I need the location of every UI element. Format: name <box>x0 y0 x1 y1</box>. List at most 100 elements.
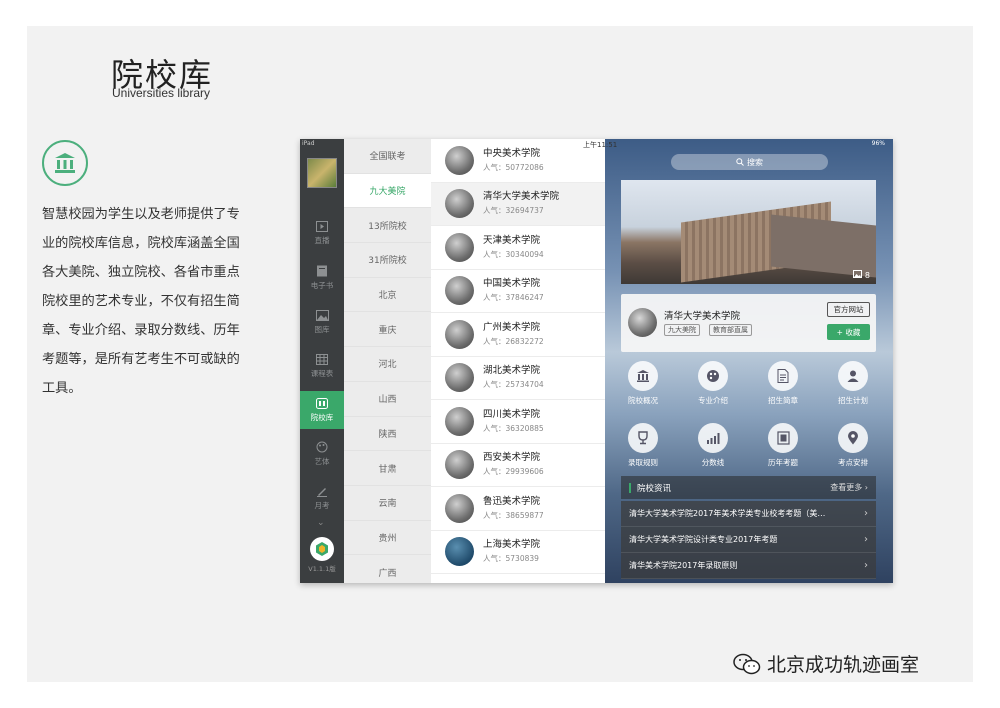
wechat-icon <box>733 653 761 674</box>
school-logo <box>445 493 474 523</box>
region-item-selected[interactable]: 九大美院 <box>344 173 431 209</box>
region-item[interactable]: 31所院校 <box>344 243 431 278</box>
func-label: 历年考题 <box>768 458 798 467</box>
region-item[interactable]: 北京 <box>344 278 431 313</box>
school-name: 广州美术学院 <box>483 321 541 333</box>
region-item[interactable]: 河北 <box>344 347 431 382</box>
trophy-icon <box>628 423 658 453</box>
news-item[interactable]: 清华大学美术学院设计类专业2017年考题 › <box>621 527 876 553</box>
exam-icon <box>768 423 798 453</box>
bar-chart-icon <box>698 423 728 453</box>
school-popularity: 人气：32694737 <box>483 206 544 216</box>
school-row[interactable]: 四川美术学院 人气：36320885 <box>431 400 605 444</box>
version-label: V1.1.1版 <box>308 565 336 573</box>
search-label: 搜索 <box>747 157 763 167</box>
school-name: 湖北美术学院 <box>483 365 541 377</box>
func-label: 分数线 <box>701 458 725 467</box>
region-item[interactable]: 13所院校 <box>344 208 431 244</box>
rail-item-schedule[interactable]: 课程表 <box>300 347 344 385</box>
school-row[interactable]: 中国美术学院 人气：37846247 <box>431 270 605 313</box>
school-popularity: 人气：38659877 <box>483 510 544 520</box>
region-item[interactable]: 甘肃 <box>344 451 431 486</box>
watermark-text: 北京成功轨迹画室 <box>767 654 920 676</box>
region-item[interactable]: 山西 <box>344 382 431 417</box>
rail-label: 直播 <box>314 235 330 245</box>
palette-icon <box>316 441 328 453</box>
chevron-right-icon: › <box>864 508 868 519</box>
func-past-exams[interactable]: 历年考题 <box>753 423 813 468</box>
rail-label: 图库 <box>314 324 330 334</box>
rail-label: 艺体 <box>314 457 330 466</box>
region-item[interactable]: 广西 <box>344 555 431 583</box>
left-rail: iPad 直播 电子书 图库 课程表 院校库 艺体 月考 ⌄ V1.1.1版 <box>300 139 344 583</box>
region-item[interactable]: 贵州 <box>344 521 431 556</box>
pen-icon <box>317 488 327 497</box>
rail-label: 院校库 <box>310 412 334 422</box>
rail-item-monthly-exam[interactable]: 月考 <box>300 479 344 517</box>
school-popularity: 人气：25734704 <box>483 380 544 390</box>
rail-item-live[interactable]: 直播 <box>300 214 344 252</box>
news-text: 清华美术学院2017年录取原则 <box>629 561 738 570</box>
region-item[interactable]: 重庆 <box>344 312 431 348</box>
func-brochure[interactable]: 招生简章 <box>753 361 813 406</box>
campus-photo[interactable]: 8 <box>621 180 876 284</box>
watermark: 北京成功轨迹画室 <box>733 650 919 677</box>
chevron-right-icon: › <box>864 534 868 545</box>
school-name: 天津美术学院 <box>483 234 541 246</box>
news-item[interactable]: 清华美术学院2017年录取原则 › <box>621 553 876 579</box>
official-site-button[interactable]: 官方网站 <box>827 302 870 317</box>
news-more-label: 查看更多 <box>830 483 863 492</box>
func-label: 招生计划 <box>838 396 868 405</box>
region-list: 全国联考 九大美院 13所院校 31所院校 北京 重庆 河北 山西 陕西 甘肃 … <box>344 139 431 583</box>
avatar[interactable] <box>307 158 337 188</box>
news-more-link[interactable]: 查看更多 › <box>830 482 868 493</box>
school-name: 鲁迅美术学院 <box>483 495 541 507</box>
school-row[interactable]: 广州美术学院 人气：26832272 <box>431 313 605 357</box>
photo-count: 8 <box>853 270 870 280</box>
func-exam-sites[interactable]: 考点安排 <box>823 423 883 468</box>
school-logo <box>445 189 474 219</box>
func-label: 专业介绍 <box>698 396 728 405</box>
school-list: 中央美术学院 人气：50772086 清华大学美术学院 人气：32694737 天津… <box>431 139 605 583</box>
status-battery: 96% <box>871 140 885 147</box>
school-popularity: 人气：5730839 <box>483 554 539 564</box>
rail-item-library[interactable]: 院校库 <box>300 391 344 429</box>
func-overview[interactable]: 院校概况 <box>613 361 673 406</box>
search-bar[interactable]: 搜索 <box>671 154 828 170</box>
app-logo-icon <box>310 537 334 561</box>
func-majors[interactable]: 专业介绍 <box>683 361 743 406</box>
play-icon <box>316 220 328 232</box>
gallery-icon <box>853 270 863 278</box>
school-logo <box>445 406 474 436</box>
rail-item-gallery[interactable]: 图库 <box>300 303 344 341</box>
rail-item-art[interactable]: 艺体 <box>300 435 344 473</box>
func-enroll-plan[interactable]: 招生计划 <box>823 361 883 406</box>
chevron-down-icon[interactable]: ⌄ <box>317 518 325 528</box>
region-item[interactable]: 陕西 <box>344 417 431 452</box>
school-popularity: 人气：29939606 <box>483 467 544 477</box>
library-icon <box>316 397 328 409</box>
description-text: 智慧校园为学生以及老师提供了专业的院校库信息，院校库涵盖全国各大美院、独立院校、… <box>42 207 240 396</box>
school-row[interactable]: 上海美术学院 人气：5730839 <box>431 531 605 574</box>
school-row[interactable]: 西安美术学院 人气：29939606 <box>431 444 605 487</box>
school-row-selected[interactable]: 清华大学美术学院 人气：32694737 <box>431 182 605 226</box>
school-row[interactable]: 鲁迅美术学院 人气：38659877 <box>431 487 605 531</box>
func-admission-rules[interactable]: 录取规则 <box>613 423 673 468</box>
region-item[interactable]: 云南 <box>344 486 431 521</box>
func-label: 院校概况 <box>628 396 658 405</box>
school-logo <box>445 276 474 306</box>
func-label: 招生简章 <box>768 396 798 405</box>
school-title: 清华大学美术学院 <box>664 311 741 322</box>
school-row[interactable]: 天津美术学院 人气：30340094 <box>431 226 605 270</box>
school-row[interactable]: 中央美术学院 人气：50772086 <box>431 139 605 183</box>
school-popularity: 人气：26832272 <box>483 336 544 346</box>
region-item[interactable]: 全国联考 <box>344 139 431 174</box>
news-item[interactable]: 清华大学美术学院2017年美术学类专业校考考题（美… › <box>621 501 876 527</box>
school-tag: 九大美院 <box>664 324 700 336</box>
school-row[interactable]: 湖北美术学院 人气：25734704 <box>431 357 605 400</box>
calendar-icon <box>316 354 328 365</box>
rail-item-ebook[interactable]: 电子书 <box>300 259 344 297</box>
func-score-line[interactable]: 分数线 <box>683 423 743 468</box>
favorite-button[interactable]: + 收藏 <box>827 324 870 340</box>
news-text: 清华大学美术学院设计类专业2017年考题 <box>629 535 778 544</box>
